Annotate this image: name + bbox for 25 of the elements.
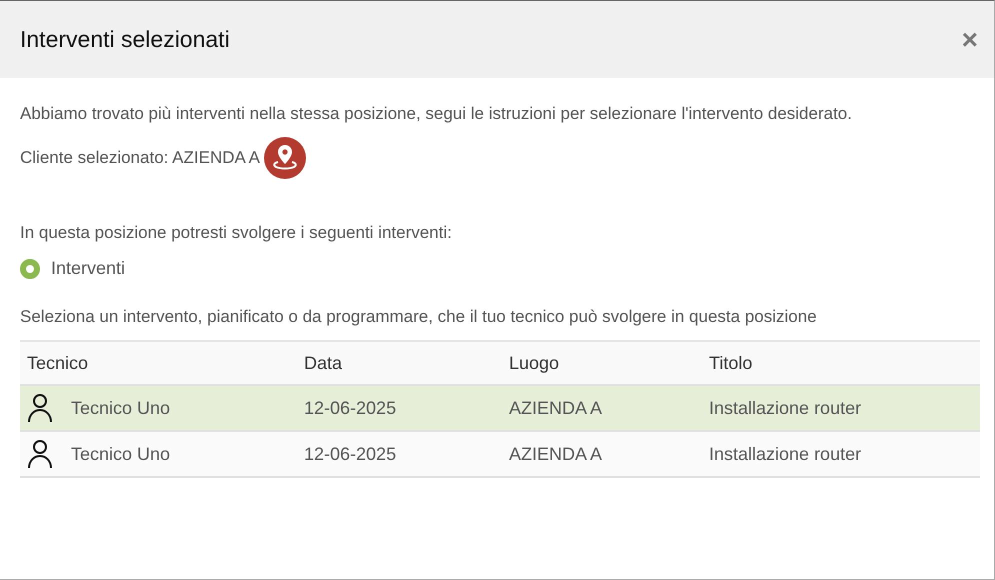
- table-cell: 12-06-2025: [304, 444, 396, 464]
- user-icon: [27, 393, 53, 423]
- table-cell: AZIENDA A: [509, 444, 602, 464]
- table-row[interactable]: Tecnico Uno 12-06-2025 AZIENDA A Installazione router: [20, 385, 980, 431]
- user-icon: [27, 439, 53, 469]
- column-header: Tecnico: [20, 341, 297, 385]
- radio-button[interactable]: [20, 258, 40, 278]
- client-label: Cliente selezionato: AZIENDA A: [20, 148, 260, 168]
- table-cell: Installazione router: [709, 398, 862, 418]
- instruction-text: Abbiamo trovato più interventi nella stessa posizione, segui le istruzioni per selezionare l'intervento desiderato.: [20, 104, 853, 124]
- table-cell: Installazione router: [709, 444, 862, 464]
- dialog-title: Interventi selezionati: [20, 26, 230, 53]
- options-intro-text: In questa posizione potresti svolgere i seguenti interventi:: [20, 223, 453, 243]
- table-row[interactable]: Tecnico Uno 12-06-2025 AZIENDA A Installazione router: [20, 431, 980, 477]
- column-header: Titolo: [702, 341, 980, 385]
- table-cell: Tecnico Uno: [71, 398, 170, 418]
- table-cell: Tecnico Uno: [71, 444, 170, 464]
- column-header: Luogo: [502, 341, 702, 385]
- table-intro-text: Seleziona un intervento, pianificato o da programmare, che il tuo tecnico può svolgere in questa posizione: [20, 307, 818, 327]
- table-cell: AZIENDA A: [509, 398, 602, 418]
- table-cell: 12-06-2025: [304, 398, 396, 418]
- location-pin-icon[interactable]: [264, 137, 306, 179]
- close-button[interactable]: ×: [962, 24, 978, 56]
- option-label: Interventi: [51, 258, 126, 279]
- column-header: Data: [297, 341, 502, 385]
